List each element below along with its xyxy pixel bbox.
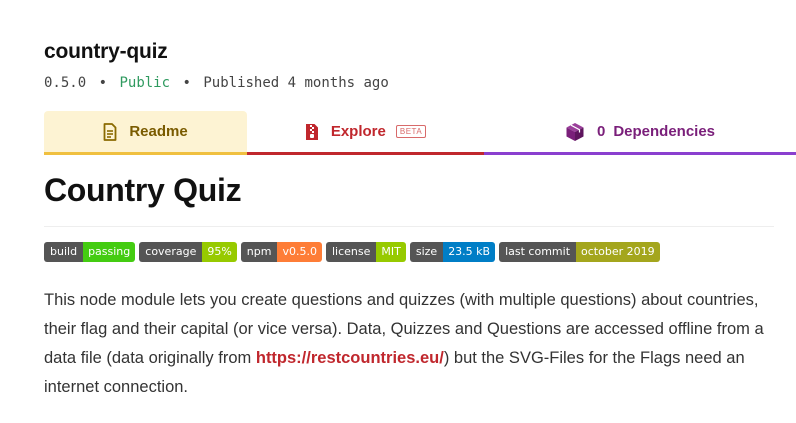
license-badge[interactable]: license MIT [325, 242, 406, 262]
explore-zip-file-icon [305, 123, 319, 141]
badge-value: 95% [202, 242, 237, 262]
npm-badge[interactable]: npm v0.5.0 [240, 242, 322, 262]
badge-value: october 2019 [576, 242, 660, 262]
meta-separator: • [182, 75, 191, 91]
beta-badge: BETA [395, 125, 427, 138]
published-date: Published 4 months ago [203, 75, 389, 91]
tab-readme[interactable]: Readme [44, 111, 247, 155]
badge-value: v0.5.0 [277, 242, 322, 262]
readme-file-icon [103, 122, 117, 141]
package-tabs: Readme Explore BETA 0 Dependencies [44, 111, 796, 155]
build-badge[interactable]: build passing [44, 242, 136, 262]
badge-value: 23.5 kB [443, 242, 496, 262]
readme-title: Country Quiz [44, 172, 242, 208]
restcountries-link[interactable]: https://restcountries.eu/ [256, 349, 444, 367]
readme-description: This node module lets you create questio… [44, 286, 774, 402]
badge-label: license [325, 242, 377, 262]
badge-label: size [409, 242, 444, 262]
size-badge[interactable]: size 23.5 kB [409, 242, 496, 262]
package-page: country-quiz 0.5.0 • Public • Published … [0, 0, 796, 423]
dependencies-count: 0 [596, 123, 606, 140]
last-commit-badge[interactable]: last commit october 2019 [499, 242, 660, 262]
badge-value: MIT [376, 242, 406, 262]
coverage-badge[interactable]: coverage 95% [139, 242, 237, 262]
dependencies-box-icon [565, 122, 585, 142]
badge-label: coverage [139, 242, 203, 262]
tab-explore[interactable]: Explore BETA [247, 111, 484, 155]
tab-dependencies-label: Dependencies [613, 123, 716, 140]
tab-readme-label: Readme [129, 123, 188, 140]
meta-separator: • [98, 75, 108, 91]
tab-explore-label: Explore [330, 123, 386, 140]
title-divider [44, 226, 774, 227]
badge-row: build passing coverage 95% npm v0.5.0 li… [44, 242, 660, 262]
badge-value: passing [83, 242, 136, 262]
badge-label: build [44, 242, 84, 262]
package-name: country-quiz [44, 40, 168, 63]
package-meta: 0.5.0 • Public • Published 4 months ago [44, 75, 389, 91]
tab-dependencies[interactable]: 0 Dependencies [484, 111, 796, 155]
package-version: 0.5.0 [44, 75, 87, 91]
badge-label: last commit [499, 242, 577, 262]
badge-label: npm [240, 242, 278, 262]
visibility-label: Public [119, 75, 171, 91]
